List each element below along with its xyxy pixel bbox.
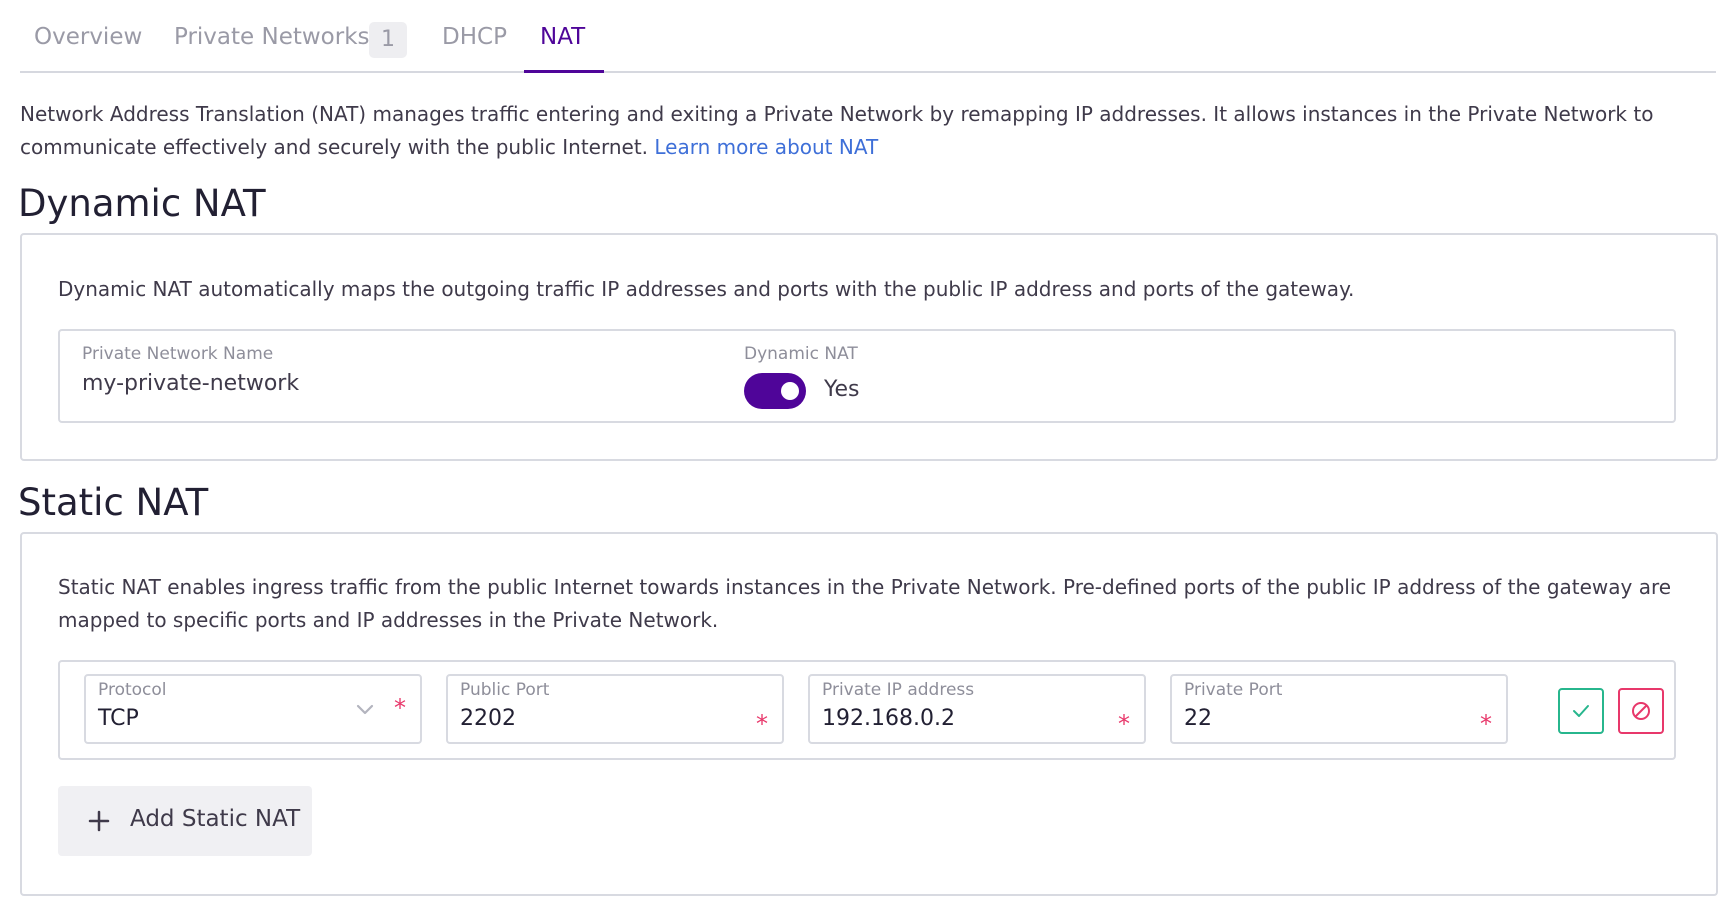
- plus-icon: [88, 810, 110, 832]
- dynamic-nat-toggle-label: Dynamic NAT: [744, 344, 858, 364]
- private-network-name-label: Private Network Name: [82, 344, 274, 364]
- nat-intro: Network Address Translation (NAT) manage…: [20, 98, 1710, 164]
- protocol-select[interactable]: Protocol TCP *: [84, 674, 422, 744]
- cancel-icon: [1632, 702, 1650, 720]
- protocol-required-mark: *: [394, 694, 406, 722]
- private-ip-label: Private IP address: [822, 680, 975, 700]
- private-port-value: 22: [1184, 706, 1212, 731]
- learn-more-link[interactable]: Learn more about NAT: [654, 135, 878, 159]
- private-networks-count-badge: 1: [369, 22, 407, 58]
- dynamic-nat-toggle[interactable]: [744, 373, 806, 409]
- public-port-required-mark: *: [756, 710, 768, 738]
- private-ip-input[interactable]: Private IP address 192.168.0.2 *: [808, 674, 1146, 744]
- dynamic-nat-description: Dynamic NAT automatically maps the outgo…: [58, 277, 1355, 301]
- tab-dhcp[interactable]: DHCP: [442, 24, 507, 50]
- public-port-input[interactable]: Public Port 2202 *: [446, 674, 784, 744]
- public-port-value: 2202: [460, 706, 516, 731]
- static-nat-panel: Static NAT enables ingress traffic from …: [20, 532, 1718, 896]
- chevron-down-icon: [356, 704, 374, 715]
- tab-overview[interactable]: Overview: [34, 24, 142, 50]
- check-icon: [1573, 705, 1589, 717]
- dynamic-nat-panel: Dynamic NAT automatically maps the outgo…: [20, 233, 1718, 461]
- cancel-button[interactable]: [1618, 688, 1664, 734]
- add-static-nat-label: Add Static NAT: [130, 806, 301, 832]
- protocol-label: Protocol: [98, 680, 167, 700]
- private-port-label: Private Port: [1184, 680, 1283, 700]
- tab-bar: Overview Private Networks 1 DHCP NAT: [20, 0, 1716, 73]
- private-port-input[interactable]: Private Port 22 *: [1170, 674, 1508, 744]
- active-tab-indicator: [524, 70, 604, 73]
- nat-page: Overview Private Networks 1 DHCP NAT Net…: [0, 0, 1732, 916]
- confirm-button[interactable]: [1558, 688, 1604, 734]
- add-static-nat-button[interactable]: Add Static NAT: [58, 786, 312, 856]
- dynamic-nat-heading: Dynamic NAT: [18, 182, 266, 225]
- dynamic-nat-card: Private Network Name my-private-network …: [58, 329, 1676, 423]
- static-nat-description: Static NAT enables ingress traffic from …: [58, 575, 1672, 632]
- toggle-knob: [781, 382, 799, 400]
- private-ip-value: 192.168.0.2: [822, 706, 955, 731]
- tab-nat[interactable]: NAT: [540, 24, 585, 50]
- private-network-name-value: my-private-network: [82, 371, 300, 396]
- private-ip-required-mark: *: [1118, 710, 1130, 738]
- dynamic-nat-toggle-value: Yes: [824, 377, 860, 402]
- static-nat-row: Protocol TCP * Public Port 2202 * Privat…: [58, 660, 1676, 760]
- static-nat-heading: Static NAT: [18, 481, 209, 524]
- tab-private-networks[interactable]: Private Networks: [174, 24, 370, 50]
- protocol-value: TCP: [98, 706, 139, 731]
- private-port-required-mark: *: [1480, 710, 1492, 738]
- public-port-label: Public Port: [460, 680, 550, 700]
